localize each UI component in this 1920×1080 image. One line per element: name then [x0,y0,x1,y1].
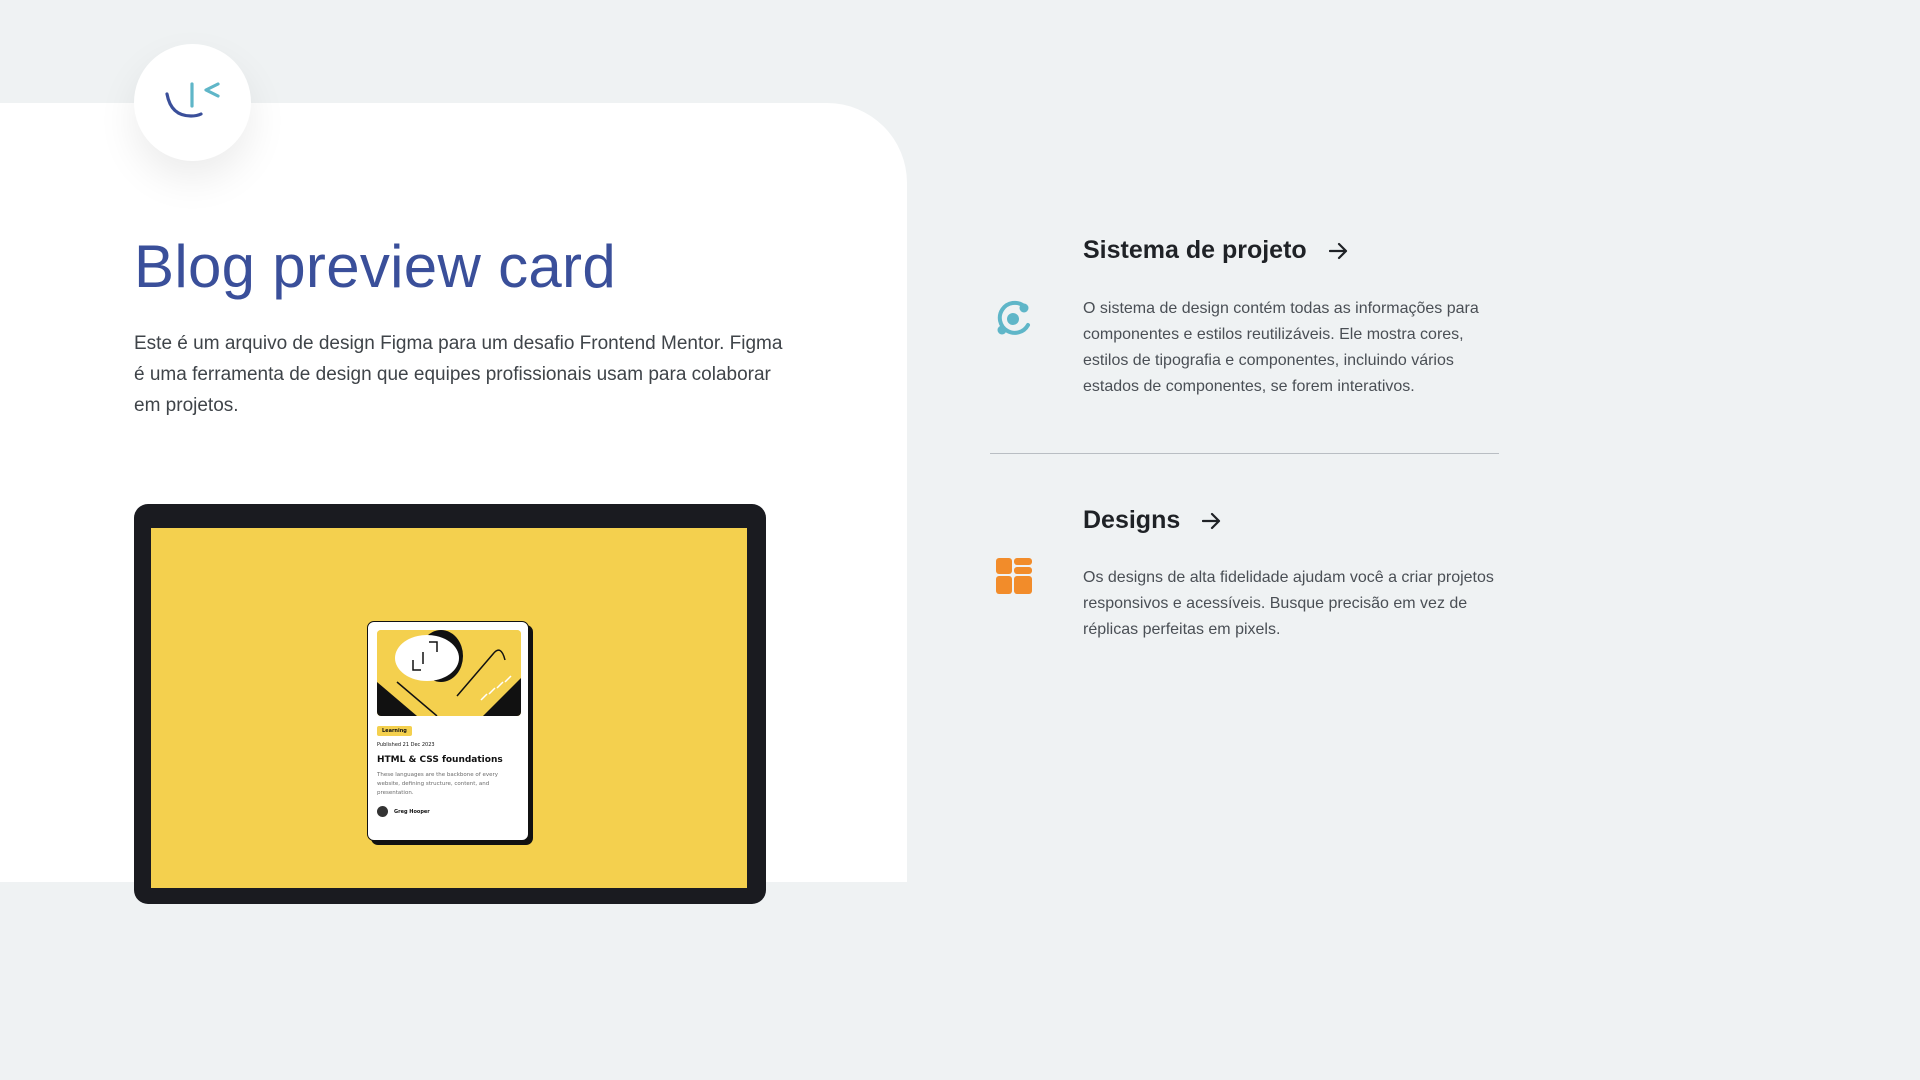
card-date: Published 21 Dec 2023 [377,742,435,748]
card-title: HTML & CSS foundations [377,755,503,765]
laptop-screen: Learning Published 21 Dec 2023 HTML & CS… [151,528,747,888]
avatar [377,806,388,817]
feature-text: O sistema de design contém todas as info… [1083,300,1479,395]
card-tag: Learning [377,726,412,736]
logo [134,44,251,161]
laptop-mockup: Learning Published 21 Dec 2023 HTML & CS… [134,504,766,904]
feature-title: Designs [1083,506,1181,534]
layout-icon [996,558,1032,599]
page-title: Blog preview card [134,233,616,300]
feature-text: Os designs de alta fidelidade ajudam voc… [1083,569,1494,638]
divider [990,453,1499,454]
frontend-mentor-logo-icon [164,81,220,118]
feature-design-system-link[interactable]: Sistema de projeto [1083,236,1349,265]
card-description: These languages are the backbone of ever… [377,772,498,796]
card-author-name: Greg Hooper [394,808,430,815]
blog-preview-card: Learning Published 21 Dec 2023 HTML & CS… [367,621,529,841]
card-illustration [377,630,521,716]
intro-text: Este é um arquivo de design Figma para u… [134,333,783,416]
design-system-icon [995,300,1033,343]
arrow-right-icon [1328,242,1349,260]
feature-title: Sistema de projeto [1083,236,1307,264]
arrow-right-icon [1202,512,1222,530]
illustration-icon [377,630,521,716]
feature-designs-link[interactable]: Designs [1083,506,1222,535]
card-author: Greg Hooper [377,806,519,817]
